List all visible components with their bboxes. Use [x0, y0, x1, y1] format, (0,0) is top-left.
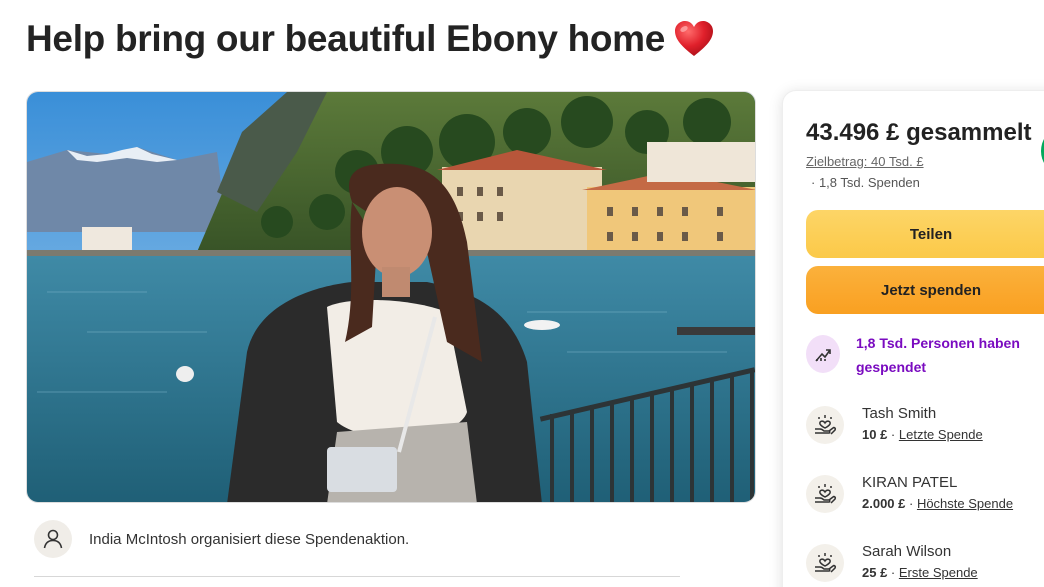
- donate-button[interactable]: Jetzt spenden: [806, 266, 1044, 314]
- share-button-label: Teilen: [909, 225, 953, 243]
- donor-amount: 2.000 £: [862, 496, 906, 511]
- donor-name: Sarah Wilson: [862, 543, 952, 560]
- campaign-photo[interactable]: [26, 91, 756, 503]
- user-icon: [34, 520, 72, 558]
- donor-item: Sarah Wilson 25 £ · Erste Spende: [806, 542, 978, 582]
- divider: [34, 576, 680, 577]
- donate-button-label: Jetzt spenden: [880, 281, 982, 299]
- donation-hand-icon: [806, 475, 844, 513]
- page-title-text: Help bring our beautiful Ebony home: [26, 18, 666, 59]
- heart-icon: [673, 19, 715, 59]
- donation-hand-icon: [806, 544, 844, 582]
- donations-count: · 1,8 Tsd. Spenden: [811, 175, 920, 190]
- amount-raised: 43.496 £ gesammelt: [806, 119, 1032, 146]
- donor-item: Tash Smith 10 £ · Letzte Spende: [806, 404, 983, 444]
- page-title: Help bring our beautiful Ebony home: [26, 18, 715, 60]
- donor-tag-link[interactable]: Letzte Spende: [899, 427, 983, 442]
- donor-meta: 25 £ · Erste Spende: [862, 565, 978, 580]
- donation-hand-icon: [806, 406, 844, 444]
- donor-separator: ·: [887, 565, 899, 580]
- donor-amount: 25 £: [862, 565, 888, 580]
- goal-link[interactable]: Zielbetrag: 40 Tsd. £: [806, 154, 924, 169]
- trending-up-icon: [806, 335, 840, 373]
- donor-name: Tash Smith: [862, 405, 937, 422]
- donor-name: KIRAN PATEL: [862, 474, 958, 491]
- donor-trend-text: 1,8 Tsd. Personen haben gespendet: [856, 335, 1020, 375]
- donation-panel: 43.496 £ gesammelt Zielbetrag: 40 Tsd. £…: [782, 90, 1044, 587]
- donor-separator: ·: [887, 427, 899, 442]
- donor-item: KIRAN PATEL 2.000 £ · Höchste Spende: [806, 473, 1013, 513]
- share-button[interactable]: Teilen: [806, 210, 1044, 258]
- donor-meta: 2.000 £ · Höchste Spende: [862, 496, 1013, 511]
- donor-trend: 1,8 Tsd. Personen haben gespendet: [806, 335, 1044, 379]
- donor-amount: 10 £: [862, 427, 888, 442]
- organizer-row: India McIntosh organisiert diese Spenden…: [34, 520, 409, 558]
- donor-separator: ·: [905, 496, 917, 511]
- organizer-text: India McIntosh organisiert diese Spenden…: [89, 530, 410, 548]
- donor-tag-link[interactable]: Höchste Spende: [917, 496, 1013, 511]
- donor-tag-link[interactable]: Erste Spende: [899, 565, 978, 580]
- donor-meta: 10 £ · Letzte Spende: [862, 427, 983, 442]
